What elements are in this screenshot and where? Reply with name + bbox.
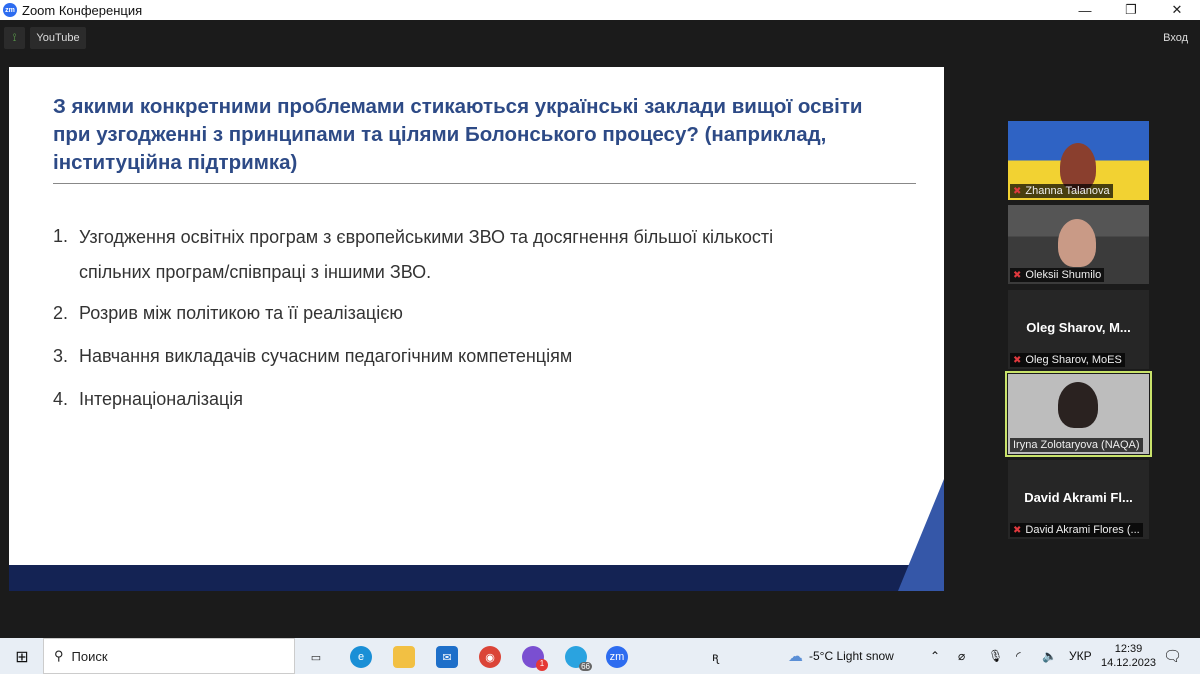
volume-icon[interactable]: 🔈 xyxy=(1042,638,1057,674)
participant-tile[interactable]: ✖ Oleksii Shumilo xyxy=(1008,205,1149,284)
onedrive-icon[interactable]: ⌀ xyxy=(958,638,965,674)
wifi-icon[interactable]: ◜ xyxy=(1016,638,1021,674)
title-bar: zm Zoom Конференция — ❐ ✕ xyxy=(0,0,1200,20)
participant-name: Zhanna Talanova xyxy=(1025,185,1110,197)
participant-name: Oleksii Shumilo xyxy=(1025,269,1102,281)
slide-title: З якими конкретними проблемами стикаютьс… xyxy=(53,95,863,174)
item-text: Розрив між політикою та її реалізацією xyxy=(79,303,403,323)
task-view-icon[interactable]: ▭ xyxy=(305,646,327,668)
live-stream-icon[interactable]: ⟟ xyxy=(4,27,25,49)
item-number: 4. xyxy=(53,389,69,409)
people-icon[interactable]: ꭆ xyxy=(712,638,719,674)
participant-name: David Akrami Flores (... xyxy=(1025,524,1140,536)
taskbar: ⊞ ⚲ Поиск ▭ e ✉ ◉ 1 66 zm ꭆ ☁ -5°C Light s… xyxy=(0,638,1200,674)
telegram-icon[interactable]: 66 xyxy=(565,646,592,671)
edge-icon[interactable]: e xyxy=(350,646,372,668)
search-label: Поиск xyxy=(71,648,108,664)
clock[interactable]: 12:39 14.12.2023 xyxy=(1101,638,1156,674)
item-text: Інтернаціоналізація xyxy=(79,389,244,409)
viber-icon[interactable]: 1 xyxy=(522,646,548,671)
list-item: 4. Інтернаціоналізація xyxy=(53,383,243,416)
participant-display-name: Oleg Sharov, M... xyxy=(1026,320,1131,335)
show-hidden-icons-chevron-icon[interactable]: ⌃ xyxy=(930,638,940,674)
telegram-badge: 66 xyxy=(579,662,592,671)
minimize-button[interactable]: — xyxy=(1062,0,1108,20)
muted-mic-icon: ✖ xyxy=(1013,354,1022,366)
microphone-icon[interactable]: 🎙 xyxy=(988,638,1003,674)
participant-tile[interactable]: ✖ Zhanna Talanova xyxy=(1008,121,1149,200)
chrome-icon[interactable]: ◉ xyxy=(479,646,501,668)
participant-name: Oleg Sharov, MoES xyxy=(1025,354,1122,366)
divider xyxy=(53,183,916,184)
search-box[interactable]: ⚲ Поиск xyxy=(43,638,295,674)
time: 12:39 xyxy=(1114,643,1143,655)
file-explorer-icon[interactable] xyxy=(393,646,415,668)
item-text: Узгодження освітніх програм з європейськ… xyxy=(79,227,774,282)
close-button[interactable]: ✕ xyxy=(1154,0,1200,20)
participant-tile[interactable]: David Akrami Fl... ✖ David Akrami Flores … xyxy=(1008,460,1149,539)
language-indicator[interactable]: УКР xyxy=(1069,638,1092,674)
mail-icon[interactable]: ✉ xyxy=(436,646,458,668)
weather-widget[interactable]: ☁ -5°C Light snow xyxy=(788,638,894,674)
date: 14.12.2023 xyxy=(1101,657,1157,669)
maximize-button[interactable]: ❐ xyxy=(1108,0,1154,20)
viber-badge: 1 xyxy=(536,659,548,671)
list-item: 3. Навчання викладачів сучасним педагогіч… xyxy=(53,340,572,373)
zoom-taskbar-icon[interactable]: zm xyxy=(606,646,628,668)
snow-cloud-icon: ☁ xyxy=(788,648,803,665)
notifications-icon[interactable]: 🗨 xyxy=(1163,638,1182,674)
window-title: Zoom Конференция xyxy=(22,2,143,18)
participant-display-name: David Akrami Fl... xyxy=(1024,490,1133,505)
search-icon: ⚲ xyxy=(54,648,64,663)
muted-mic-icon: ✖ xyxy=(1013,269,1022,281)
item-number: 1. xyxy=(53,226,69,246)
footer-band xyxy=(9,565,944,591)
item-number: 3. xyxy=(53,346,69,366)
muted-mic-icon: ✖ xyxy=(1013,185,1022,197)
list-item: 1. Узгодження освітніх програм з європейс… xyxy=(53,220,853,290)
windows-start-icon[interactable]: ⊞ xyxy=(11,646,33,668)
youtube-button[interactable]: YouTube xyxy=(30,27,86,49)
participant-video xyxy=(1058,219,1096,267)
item-number: 2. xyxy=(53,303,69,323)
list-item: 2. Розрив між політикою та її реалізацією xyxy=(53,297,403,330)
participant-video xyxy=(1058,382,1098,428)
login-button[interactable]: Вход xyxy=(1163,32,1188,44)
shared-slide: З якими конкретними проблемами стикаютьс… xyxy=(9,67,944,591)
corner-decoration xyxy=(898,479,944,591)
zoom-logo-icon: zm xyxy=(3,3,17,17)
weather-text: -5°C Light snow xyxy=(809,649,894,663)
muted-mic-icon: ✖ xyxy=(1013,524,1022,536)
item-text: Навчання викладачів сучасним педагогічни… xyxy=(79,346,573,366)
participant-name: Iryna Zolotaryova (NAQA) xyxy=(1013,439,1140,451)
participant-tile-active-speaker[interactable]: Iryna Zolotaryova (NAQA) xyxy=(1005,371,1152,457)
participant-tile[interactable]: Oleg Sharov, M... ✖ Oleg Sharov, MoES xyxy=(1008,290,1149,369)
